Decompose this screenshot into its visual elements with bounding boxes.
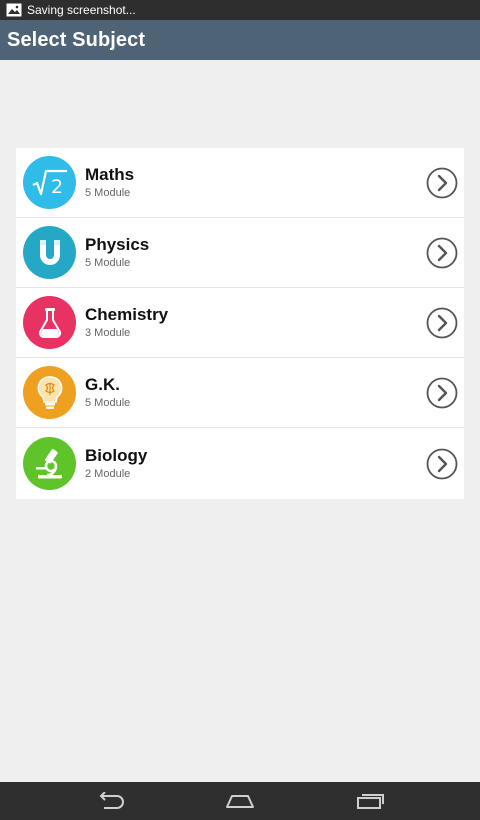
subject-row-gk[interactable]: G.K. 5 Module xyxy=(16,358,464,428)
module-count: 2 Module xyxy=(85,468,131,480)
square-root-icon: 2 xyxy=(23,156,76,209)
home-icon[interactable] xyxy=(220,790,260,812)
page-title: Select Subject xyxy=(7,28,146,51)
subject-row-chemistry[interactable]: Chemistry 3 Module xyxy=(16,288,464,358)
module-count: 3 Module xyxy=(85,327,131,339)
chevron-right-icon[interactable] xyxy=(426,307,458,339)
module-count: 5 Module xyxy=(85,187,131,199)
module-count: 5 Module xyxy=(85,397,131,409)
subject-name: Physics xyxy=(85,235,150,254)
subject-row-biology[interactable]: Biology 2 Module xyxy=(16,428,464,499)
microscope-icon xyxy=(23,437,76,490)
image-icon xyxy=(6,3,22,17)
magnet-icon xyxy=(23,226,76,279)
subject-name: G.K. xyxy=(85,375,120,394)
subject-list: 2 Maths 5 Module Physics 5 Module Chemis… xyxy=(16,148,464,499)
module-count: 5 Module xyxy=(85,257,131,269)
lightbulb-icon xyxy=(23,366,76,419)
subject-name: Maths xyxy=(85,165,135,184)
subject-name: Chemistry xyxy=(85,305,169,324)
recent-apps-icon[interactable] xyxy=(350,790,390,812)
flask-icon xyxy=(23,296,76,349)
status-notification-text: Saving screenshot... xyxy=(27,3,136,17)
back-icon[interactable] xyxy=(90,790,130,812)
status-bar: Saving screenshot... xyxy=(0,0,480,20)
chevron-right-icon[interactable] xyxy=(426,237,458,269)
navigation-bar xyxy=(0,782,480,820)
app-bar: Select Subject xyxy=(0,20,480,60)
subject-name: Biology xyxy=(85,446,148,465)
chevron-right-icon[interactable] xyxy=(426,167,458,199)
chevron-right-icon[interactable] xyxy=(426,377,458,409)
svg-text:2: 2 xyxy=(50,176,62,198)
subject-row-maths[interactable]: 2 Maths 5 Module xyxy=(16,148,464,218)
chevron-right-icon[interactable] xyxy=(426,448,458,480)
subject-row-physics[interactable]: Physics 5 Module xyxy=(16,218,464,288)
